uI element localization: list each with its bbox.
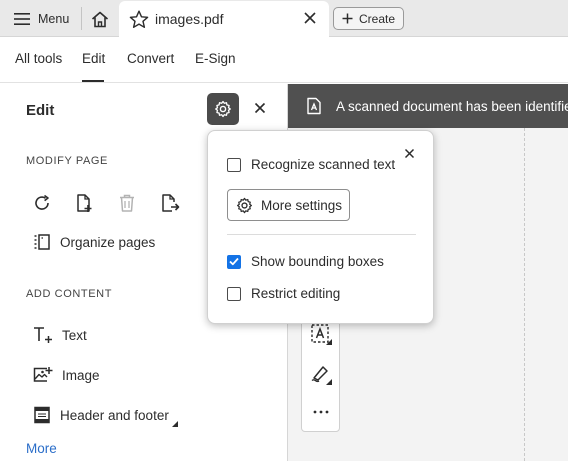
- add-text-label: Text: [62, 327, 87, 343]
- popover-divider: [227, 234, 416, 235]
- plus-icon: [342, 13, 353, 24]
- header-footer-icon: [33, 406, 51, 424]
- menu-label: Menu: [38, 12, 70, 26]
- nav-convert[interactable]: Convert: [127, 51, 174, 66]
- document-tab[interactable]: images.pdf: [119, 1, 329, 38]
- gear-icon: [236, 197, 253, 214]
- page-edge: [524, 128, 525, 461]
- checkbox-box[interactable]: [227, 254, 241, 269]
- add-image-label: Image: [62, 367, 100, 383]
- create-label: Create: [359, 11, 396, 26]
- close-panel-icon[interactable]: [253, 101, 267, 115]
- add-text-button[interactable]: Text: [33, 323, 87, 347]
- gear-icon: [214, 100, 232, 118]
- organize-pages-icon: [33, 233, 51, 251]
- extract-page-icon[interactable]: [159, 192, 181, 214]
- add-image-button[interactable]: Image: [33, 363, 100, 387]
- more-tools-button[interactable]: [309, 400, 333, 424]
- scan-notification-banner: A scanned document has been identified, …: [288, 84, 568, 128]
- text-recognition-tool[interactable]: [309, 322, 333, 346]
- pen-icon: [310, 363, 332, 385]
- show-bounding-boxes-checkbox[interactable]: Show bounding boxes: [227, 254, 384, 269]
- checkbox-box[interactable]: [227, 286, 241, 301]
- home-button[interactable]: [84, 6, 116, 32]
- document-tab-title: images.pdf: [155, 11, 224, 27]
- recognize-scanned-text-label: Recognize scanned text: [251, 157, 396, 172]
- star-icon[interactable]: [129, 10, 149, 29]
- nav-active-indicator: [82, 80, 104, 82]
- text-box-icon: [310, 323, 332, 345]
- settings-popover: Recognize scanned text More settings Sho…: [207, 130, 434, 324]
- add-text-icon: [33, 326, 53, 344]
- restrict-editing-checkbox[interactable]: Restrict editing: [227, 286, 340, 301]
- organize-pages-button[interactable]: Organize pages: [33, 230, 155, 254]
- modify-page-heading: MODIFY PAGE: [26, 155, 108, 167]
- tab-bar: Menu images.pdf Create: [0, 0, 568, 38]
- nav-all-tools[interactable]: All tools: [15, 51, 62, 66]
- home-icon: [91, 11, 109, 28]
- add-content-heading: ADD CONTENT: [26, 288, 113, 300]
- header-footer-button[interactable]: Header and footer: [33, 403, 178, 427]
- draw-tool[interactable]: [309, 362, 333, 386]
- settings-button[interactable]: [207, 93, 239, 125]
- more-horizontal-icon: [313, 410, 329, 414]
- recognize-scanned-text-checkbox[interactable]: Recognize scanned text: [227, 157, 395, 172]
- submenu-corner-icon: [171, 421, 178, 427]
- insert-page-icon[interactable]: [73, 192, 95, 214]
- close-tab-icon[interactable]: [303, 11, 317, 25]
- close-popover-icon[interactable]: [404, 148, 415, 159]
- scanned-document-icon: [306, 97, 322, 115]
- checkbox-box[interactable]: [227, 157, 241, 172]
- rotate-icon[interactable]: [31, 192, 53, 214]
- create-button[interactable]: Create: [333, 7, 404, 30]
- organize-pages-label: Organize pages: [60, 234, 156, 250]
- more-settings-button[interactable]: More settings: [227, 189, 350, 221]
- delete-icon: [116, 192, 138, 214]
- more-settings-label: More settings: [261, 197, 343, 213]
- banner-text: A scanned document has been identified, …: [336, 98, 568, 114]
- show-bounding-boxes-label: Show bounding boxes: [251, 254, 384, 269]
- panel-title: Edit: [26, 102, 55, 119]
- tab-divider: [81, 7, 82, 30]
- header-footer-label: Header and footer: [60, 407, 169, 423]
- top-nav: All tools Edit Convert E-Sign: [0, 38, 568, 83]
- hamburger-icon: [14, 13, 30, 25]
- more-link[interactable]: More: [26, 441, 57, 456]
- restrict-editing-label: Restrict editing: [251, 286, 341, 301]
- nav-edit[interactable]: Edit: [82, 51, 105, 66]
- nav-e-sign[interactable]: E-Sign: [195, 51, 236, 66]
- menu-button[interactable]: Menu: [8, 8, 75, 30]
- checkmark-icon: [229, 257, 239, 266]
- add-image-icon: [33, 366, 53, 384]
